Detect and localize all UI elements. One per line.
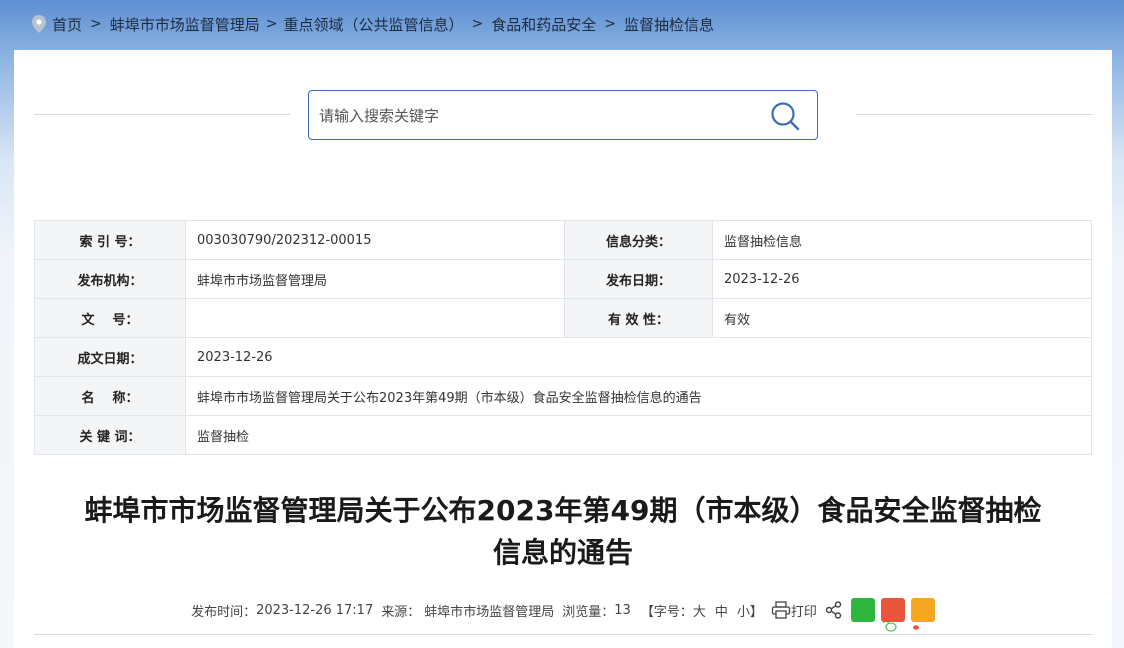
created-label: 成文日期： — [34, 337, 186, 377]
search-row — [34, 90, 1092, 140]
wechat-share-icon[interactable] — [850, 598, 897, 632]
breadcrumb-separator: > — [471, 16, 484, 32]
breadcrumb-agency[interactable]: 蚌埠市市场监督管理局 — [110, 14, 260, 35]
table-row: 成文日期： 2023-12-26 — [34, 337, 1092, 377]
pubdate-value: 2023-12-26 — [712, 259, 1092, 299]
divider — [34, 114, 290, 115]
docno-label: 文 号： — [34, 298, 186, 338]
divider — [34, 634, 1092, 635]
index-value: 003030790/202312-00015 — [185, 220, 565, 260]
index-label: 索 引 号： — [34, 220, 186, 260]
docno-value — [185, 298, 565, 338]
article-title: 蚌埠市市场监督管理局关于公布2023年第49期（市本级）食品安全监督抽检 信息的… — [34, 490, 1092, 574]
validity-value: 有效 — [712, 298, 1092, 338]
search-icon[interactable] — [769, 100, 801, 132]
views-label: 浏览量： — [562, 604, 615, 620]
font-size-close: 】 — [749, 604, 763, 620]
article-title-line: 信息的通告 — [492, 536, 633, 569]
publisher-label: 发布机构： — [34, 259, 186, 299]
publish-time-label: 发布时间： — [191, 604, 257, 620]
category-label: 信息分类： — [564, 220, 713, 260]
metadata-table: 索 引 号： 003030790/202312-00015 信息分类： 监督抽检… — [34, 220, 1092, 455]
content-panel: 索 引 号： 003030790/202312-00015 信息分类： 监督抽检… — [14, 50, 1112, 648]
breadcrumb-separator: > — [90, 16, 102, 32]
breadcrumb-separator: > — [265, 16, 278, 32]
qzone-share-icon[interactable] — [910, 598, 956, 632]
font-size-large[interactable]: 大 — [693, 601, 706, 620]
print-button[interactable]: 打印 — [791, 601, 817, 620]
table-row: 名 称： 蚌埠市市场监督管理局关于公布2023年第49期（市本级）食品安全监督抽… — [34, 376, 1092, 416]
search-box — [308, 90, 818, 140]
breadcrumb: 首页 > 蚌埠市市场监督管理局 > 重点领域（公共监管信息） > 食品和药品安全 >… — [32, 12, 714, 36]
font-size-open: 【字号： — [640, 604, 693, 620]
name-value: 蚌埠市市场监督管理局关于公布2023年第49期（市本级）食品安全监督抽检信息的通… — [185, 376, 1092, 416]
table-row: 索 引 号： 003030790/202312-00015 信息分类： 监督抽检… — [34, 220, 1092, 260]
font-size-medium[interactable]: 中 — [715, 601, 728, 620]
print-icon[interactable] — [771, 601, 791, 619]
table-row: 发布机构： 蚌埠市市场监督管理局 发布日期： 2023-12-26 — [34, 259, 1092, 299]
share-icon[interactable] — [825, 601, 843, 619]
font-size-small[interactable]: 小 — [737, 601, 750, 620]
breadcrumb-separator: > — [604, 16, 616, 32]
breadcrumb-key-areas[interactable]: 重点领域（公共监管信息） — [284, 14, 464, 35]
pubdate-label: 发布日期： — [564, 259, 713, 299]
breadcrumb-home[interactable]: 首页 — [52, 14, 82, 35]
divider — [856, 114, 1092, 115]
publish-time-value: 2023-12-26 17:17 — [256, 602, 374, 618]
article-title-line: 蚌埠市市场监督管理局关于公布2023年第49期（市本级）食品安全监督抽检 — [84, 494, 1042, 527]
source-value: 蚌埠市市场监督管理局 — [424, 604, 555, 620]
created-value: 2023-12-26 — [185, 337, 1092, 377]
location-pin-icon — [32, 15, 46, 33]
article-info-bar: 发布时间： 2023-12-26 17:17 来源： 蚌埠市市场监督管理局 浏览… — [34, 598, 1092, 632]
keywords-label: 关 键 词： — [34, 415, 186, 455]
source-label: 来源： — [381, 604, 421, 620]
weibo-share-icon[interactable] — [880, 598, 927, 632]
search-input[interactable] — [319, 103, 749, 129]
validity-label: 有 效 性： — [564, 298, 713, 338]
name-label: 名 称： — [34, 376, 186, 416]
table-row: 关 键 词： 监督抽检 — [34, 415, 1092, 455]
category-value: 监督抽检信息 — [712, 220, 1092, 260]
table-row: 文 号： 有 效 性： 有效 — [34, 298, 1092, 338]
publisher-value: 蚌埠市市场监督管理局 — [185, 259, 565, 299]
views-value: 13 — [614, 602, 631, 618]
breadcrumb-current[interactable]: 监督抽检信息 — [624, 14, 714, 35]
breadcrumb-food-drug[interactable]: 食品和药品安全 — [491, 14, 596, 35]
keywords-value: 监督抽检 — [185, 415, 1092, 455]
